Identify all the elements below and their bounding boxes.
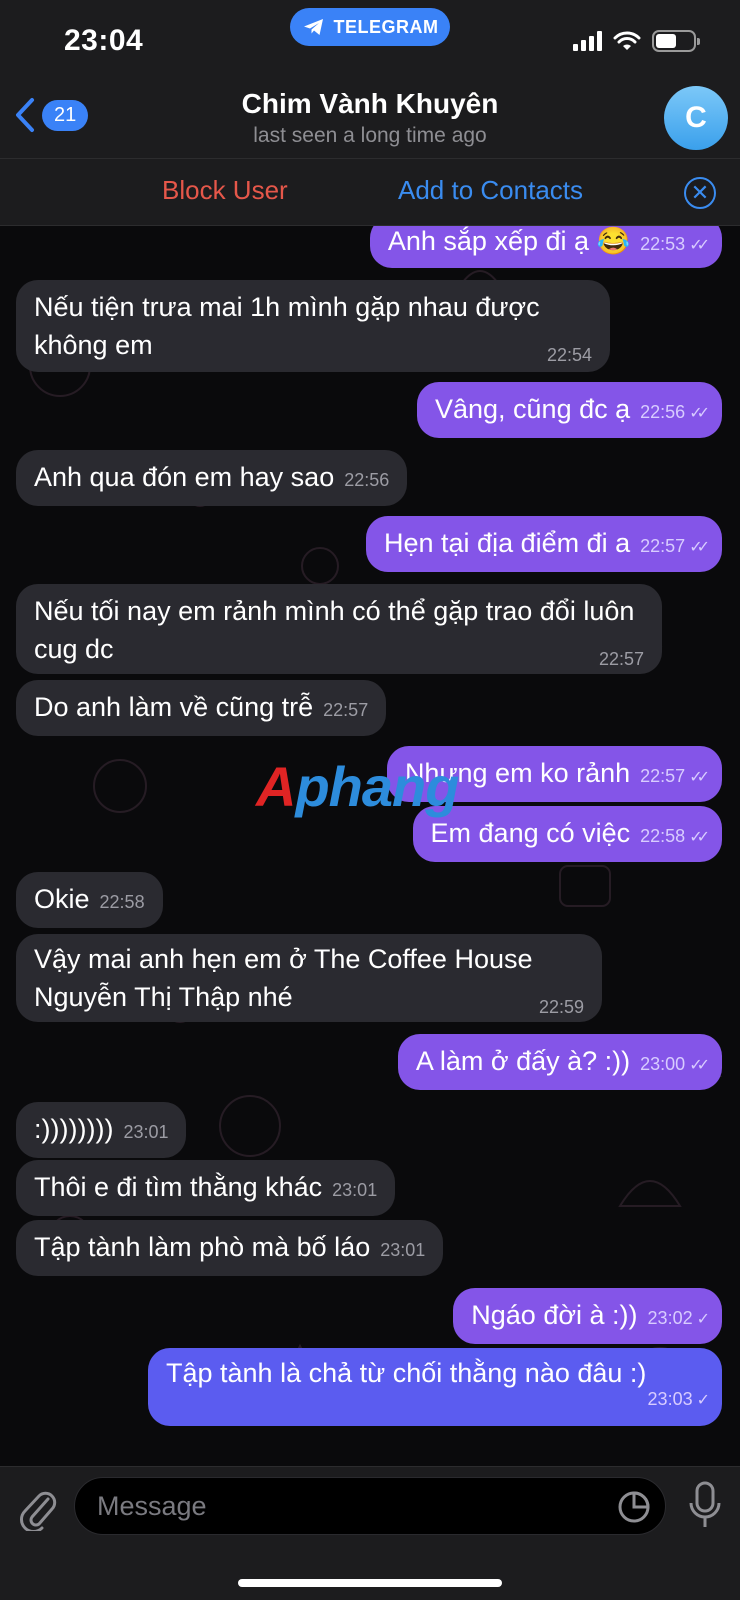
message-text: :))))))))	[34, 1114, 114, 1144]
check-icon: ✓	[696, 1311, 711, 1328]
message-bubble-outgoing[interactable]: Anh sắp xếp đi ạ 😂 22:53 ✓✓	[369, 226, 722, 268]
close-icon[interactable]: ✕	[684, 177, 716, 209]
status-icons	[573, 30, 700, 52]
telegram-icon	[303, 19, 323, 35]
message-bubble-incoming[interactable]: Do anh làm về cũng trễ 22:57	[16, 680, 387, 736]
message-bubble-outgoing[interactable]: Ngáo đời à :)) 23:02 ✓	[453, 1288, 722, 1344]
message-list[interactable]: Anh sắp xếp đi ạ 😂 22:53 ✓✓ Nếu tiện trưa …	[0, 226, 740, 1466]
message-bubble-incoming[interactable]: Anh qua đón em hay sao 22:56	[16, 450, 408, 506]
message-bubble-outgoing[interactable]: A làm ở đấy à? :)) 23:00 ✓✓	[397, 1034, 722, 1090]
message-text: A làm ở đấy à? :))	[415, 1046, 631, 1076]
message-time: 23:00	[640, 1054, 686, 1074]
signal-icon	[573, 31, 602, 51]
message-bubble-incoming[interactable]: Thôi e đi tìm thằng khác 23:01	[16, 1160, 396, 1216]
message-text: Anh sắp xếp đi ạ 😂	[387, 226, 631, 256]
message-text: Tập tành là chả từ chối thằng nào đâu :)	[166, 1358, 647, 1388]
message-time: 22:53	[640, 234, 686, 254]
message-bubble-incoming[interactable]: Vậy mai anh hẹn em ở The Coffee House Ng…	[16, 934, 602, 1022]
message-time: 22:57	[323, 700, 369, 720]
message-bubble-outgoing[interactable]: Vâng, cũng đc ạ 22:56 ✓✓	[416, 382, 722, 438]
composer-bar	[0, 1466, 740, 1600]
message-bubble-incoming[interactable]: :)))))))) 23:01	[16, 1102, 187, 1158]
telegram-pill[interactable]: TELEGRAM	[290, 8, 450, 46]
message-bubble-outgoing[interactable]: Em đang có việc 22:58 ✓✓	[412, 806, 722, 862]
double-check-icon: ✓✓	[689, 769, 710, 786]
message-time: 23:01	[380, 1240, 426, 1260]
message-text: Anh qua đón em hay sao	[34, 462, 335, 492]
message-bubble-incoming[interactable]: Nếu tiện trưa mai 1h mình gặp nhau được …	[16, 280, 610, 372]
block-user-button[interactable]: Block User	[162, 175, 288, 206]
message-bubble-incoming[interactable]: Nếu tối nay em rảnh mình có thể gặp trao…	[16, 584, 662, 674]
message-text: Em đang có việc	[430, 818, 631, 848]
message-time: 22:59	[538, 997, 584, 1017]
message-bubble-outgoing[interactable]: Hẹn tại địa điểm đi a 22:57 ✓✓	[366, 516, 722, 572]
message-input[interactable]	[97, 1478, 577, 1534]
status-time: 23:04	[64, 24, 144, 57]
message-time: 22:58	[640, 826, 686, 846]
contact-action-bar: Block User Add to Contacts ✕	[0, 158, 740, 226]
message-time: 22:57	[640, 536, 686, 556]
message-time: 22:57	[598, 649, 644, 669]
message-time: 22:56	[344, 470, 390, 490]
last-seen-status: last seen a long time ago	[253, 124, 487, 147]
double-check-icon: ✓✓	[689, 1057, 710, 1074]
double-check-icon: ✓✓	[689, 539, 710, 556]
message-text: Ngáo đời à :))	[471, 1300, 638, 1330]
telegram-pill-label: TELEGRAM	[333, 16, 439, 37]
message-bubble-incoming[interactable]: Tập tành làm phò mà bố láo 23:01	[16, 1220, 444, 1276]
message-time: 23:01	[332, 1180, 378, 1200]
message-time: 22:54	[546, 345, 592, 365]
wifi-icon	[613, 31, 641, 50]
chat-header: 21 Chim Vành Khuyên last seen a long tim…	[0, 84, 740, 158]
watermark-logo: Aphang	[256, 755, 459, 818]
message-text: Vâng, cũng đc ạ	[434, 394, 631, 424]
message-text: Okie	[34, 884, 90, 914]
chat-title[interactable]: Chim Vành Khuyên	[0, 88, 740, 120]
message-time: 22:58	[99, 892, 145, 912]
message-time: 22:56	[640, 402, 686, 422]
message-field[interactable]	[74, 1477, 666, 1535]
check-icon: ✓	[696, 1392, 711, 1409]
sticker-icon[interactable]	[617, 1490, 651, 1524]
message-text: Hẹn tại địa điểm đi a	[384, 528, 631, 558]
message-time: 22:57	[640, 766, 686, 786]
message-text: Do anh làm về cũng trễ	[34, 692, 314, 722]
message-time: 23:03	[647, 1389, 693, 1409]
paperclip-icon[interactable]	[18, 1485, 58, 1531]
microphone-icon[interactable]	[688, 1481, 722, 1531]
home-indicator[interactable]	[238, 1579, 502, 1587]
message-time: 23:02	[647, 1308, 693, 1328]
add-to-contacts-button[interactable]: Add to Contacts	[398, 175, 583, 206]
double-check-icon: ✓✓	[689, 829, 710, 846]
message-time: 23:01	[123, 1122, 169, 1142]
avatar[interactable]: C	[664, 86, 728, 150]
double-check-icon: ✓✓	[689, 237, 710, 254]
message-bubble-outgoing[interactable]: Tập tành là chả từ chối thằng nào đâu :)…	[148, 1348, 722, 1426]
message-text: Tập tành làm phò mà bố láo	[34, 1232, 371, 1262]
battery-icon	[652, 30, 700, 52]
status-bar: 23:04 TELEGRAM	[0, 0, 740, 84]
double-check-icon: ✓✓	[689, 405, 710, 422]
message-text: Thôi e đi tìm thằng khác	[34, 1172, 323, 1202]
message-bubble-incoming[interactable]: Okie 22:58	[16, 872, 163, 928]
